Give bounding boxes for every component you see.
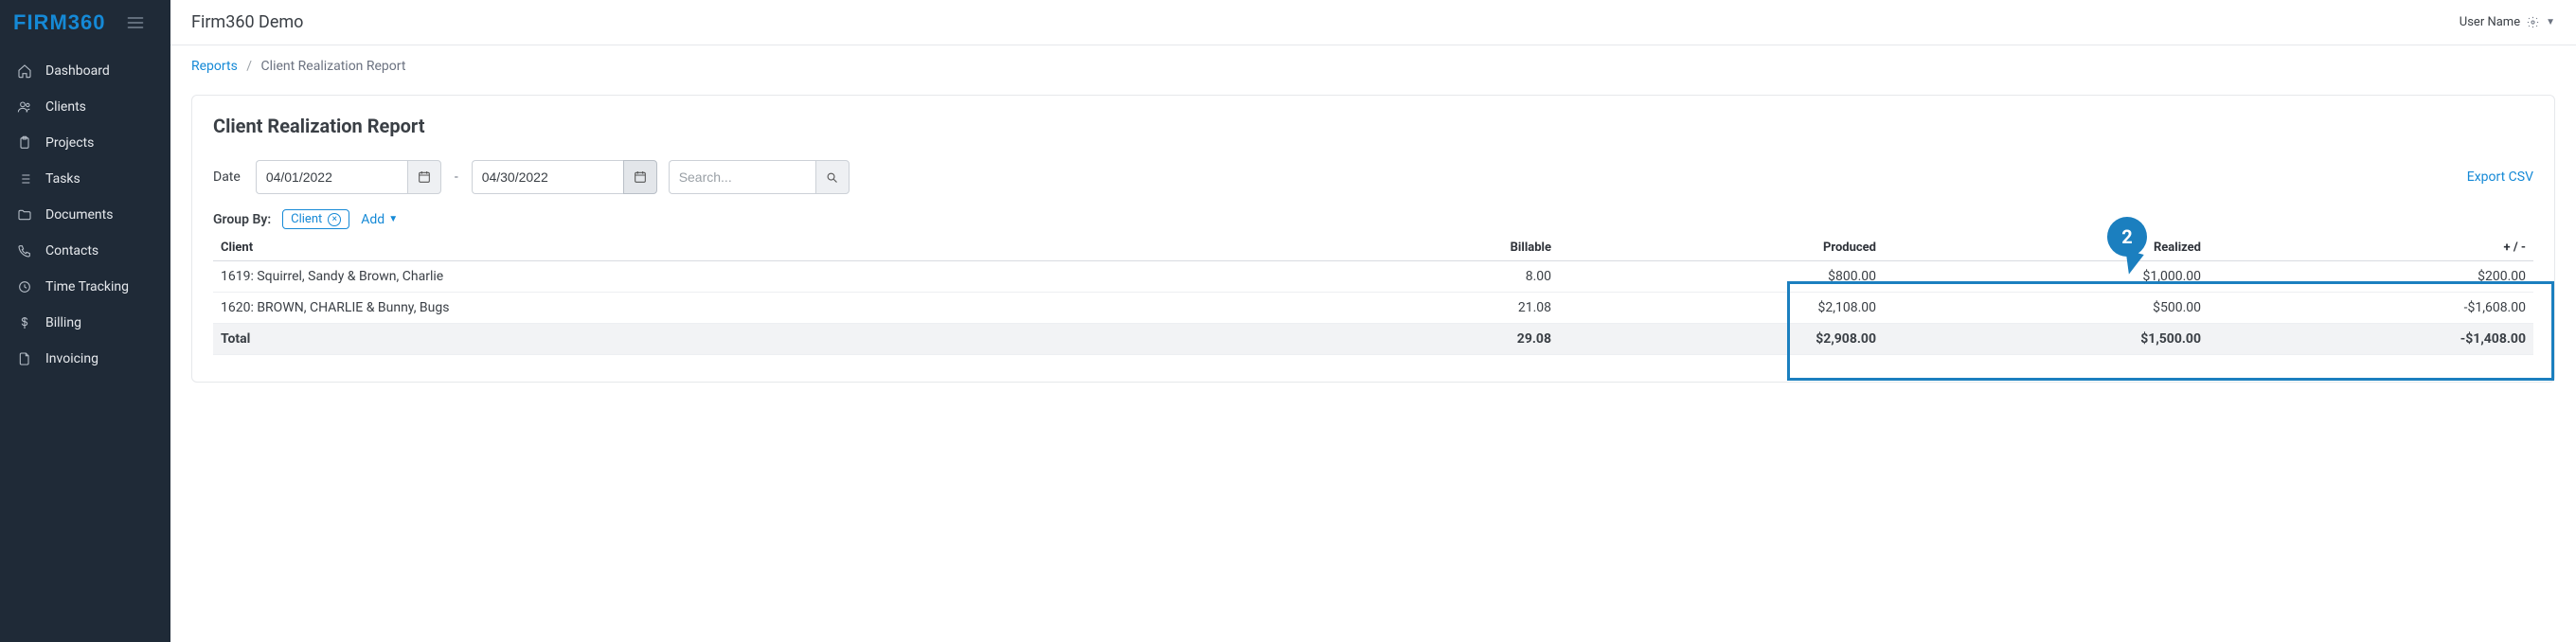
groupby-label: Group By:: [213, 212, 271, 227]
calendar-icon: [417, 169, 432, 185]
search-icon: [825, 170, 839, 185]
sidebar-item-clients[interactable]: Clients: [0, 89, 170, 125]
cell-client: 1620: BROWN, CHARLIE & Bunny, Bugs: [213, 293, 1280, 324]
chevron-down-icon: ▼: [388, 214, 398, 224]
table-total-row: Total 29.08 $2,908.00 $1,500.00 -$1,408.…: [213, 324, 2533, 355]
groupby-chip-client[interactable]: Client ×: [282, 209, 349, 229]
search-input[interactable]: [669, 160, 815, 194]
app-title: Firm360 Demo: [191, 12, 303, 32]
cell-total-label: Total: [213, 324, 1280, 355]
sidebar-item-label: Tasks: [45, 171, 80, 187]
date-from-input[interactable]: [256, 160, 407, 194]
col-delta[interactable]: + / -: [2209, 235, 2533, 261]
export-csv-link[interactable]: Export CSV: [2467, 169, 2533, 185]
sidebar-item-projects[interactable]: Projects: [0, 125, 170, 161]
sidebar-item-invoicing[interactable]: Invoicing: [0, 341, 170, 377]
cell-delta: -$1,608.00: [2209, 293, 2533, 324]
filters: Date -: [213, 160, 2533, 194]
close-icon[interactable]: ×: [328, 213, 341, 226]
dollar-icon: [17, 315, 32, 330]
chevron-down-icon: ▼: [2546, 17, 2555, 27]
sidebar-item-time-tracking[interactable]: Time Tracking: [0, 269, 170, 305]
topbar: Firm360 Demo User Name ▼: [170, 0, 2576, 45]
cell-total-realized: $1,500.00: [1884, 324, 2209, 355]
report-table: Client Billable Produced Realized + / - …: [213, 235, 2533, 355]
sidebar-item-contacts[interactable]: Contacts: [0, 233, 170, 269]
sidebar-header: FIRM360: [0, 0, 170, 45]
date-to-picker-button[interactable]: [623, 160, 657, 194]
list-icon: [17, 171, 32, 187]
groupby-row: Group By: Client × Add ▼: [213, 209, 2533, 229]
sidebar-item-label: Projects: [45, 135, 94, 151]
sidebar-item-dashboard[interactable]: Dashboard: [0, 53, 170, 89]
sidebar-item-documents[interactable]: Documents: [0, 197, 170, 233]
clipboard-icon: [17, 135, 32, 151]
date-label: Date: [213, 169, 241, 185]
folder-icon: [17, 207, 32, 223]
table-row[interactable]: 1620: BROWN, CHARLIE & Bunny, Bugs 21.08…: [213, 293, 2533, 324]
groupby-add-label: Add: [361, 212, 385, 227]
cell-produced: $2,108.00: [1559, 293, 1884, 324]
cell-realized: $1,000.00: [1884, 261, 2209, 293]
sidebar-item-label: Dashboard: [45, 63, 110, 79]
cell-delta: $200.00: [2209, 261, 2533, 293]
menu-icon[interactable]: [126, 13, 145, 32]
brand-logo: FIRM360: [13, 10, 105, 35]
date-to-group: [472, 160, 657, 194]
sidebar-item-label: Time Tracking: [45, 279, 129, 294]
groupby-add-menu[interactable]: Add ▼: [361, 212, 398, 227]
table-row[interactable]: 1619: Squirrel, Sandy & Brown, Charlie 8…: [213, 261, 2533, 293]
clock-icon: [17, 279, 32, 294]
breadcrumb-root[interactable]: Reports: [191, 59, 238, 74]
breadcrumb-current: Client Realization Report: [261, 59, 406, 74]
cell-client: 1619: Squirrel, Sandy & Brown, Charlie: [213, 261, 1280, 293]
date-to-input[interactable]: [472, 160, 623, 194]
sidebar-item-billing[interactable]: Billing: [0, 305, 170, 341]
col-realized[interactable]: Realized: [1884, 235, 2209, 261]
report-panel: Client Realization Report Date -: [191, 95, 2555, 383]
sidebar-item-tasks[interactable]: Tasks: [0, 161, 170, 197]
file-icon: [17, 351, 32, 366]
search-button[interactable]: [815, 160, 850, 194]
breadcrumb-separator: /: [246, 59, 252, 74]
date-from-picker-button[interactable]: [407, 160, 441, 194]
sidebar-item-label: Contacts: [45, 243, 98, 259]
search-group: [669, 160, 850, 194]
cell-billable: 8.00: [1280, 261, 1559, 293]
sidebar-item-label: Invoicing: [45, 351, 98, 366]
date-range-separator: -: [453, 169, 460, 185]
gear-icon: [2526, 15, 2540, 29]
col-billable[interactable]: Billable: [1280, 235, 1559, 261]
calendar-icon: [633, 169, 648, 185]
cell-billable: 21.08: [1280, 293, 1559, 324]
users-icon: [17, 99, 32, 115]
cell-total-billable: 29.08: [1280, 324, 1559, 355]
cell-produced: $800.00: [1559, 261, 1884, 293]
sidebar: FIRM360 Dashboard Clients Projects Tasks: [0, 0, 170, 642]
col-produced[interactable]: Produced: [1559, 235, 1884, 261]
home-icon: [17, 63, 32, 79]
page-title: Client Realization Report: [213, 115, 2533, 137]
sidebar-item-label: Clients: [45, 99, 86, 115]
cell-realized: $500.00: [1884, 293, 2209, 324]
user-name: User Name: [2460, 15, 2520, 29]
sidebar-nav: Dashboard Clients Projects Tasks Documen…: [0, 45, 170, 377]
cell-total-produced: $2,908.00: [1559, 324, 1884, 355]
groupby-chip-label: Client: [291, 212, 322, 226]
cell-total-delta: -$1,408.00: [2209, 324, 2533, 355]
sidebar-item-label: Documents: [45, 207, 113, 223]
main: Firm360 Demo User Name ▼ Reports / Clien…: [170, 0, 2576, 642]
user-menu[interactable]: User Name ▼: [2460, 15, 2555, 29]
breadcrumb: Reports / Client Realization Report: [170, 45, 2576, 81]
col-client[interactable]: Client: [213, 235, 1280, 261]
date-from-group: [256, 160, 441, 194]
phone-icon: [17, 243, 32, 259]
sidebar-item-label: Billing: [45, 315, 81, 330]
